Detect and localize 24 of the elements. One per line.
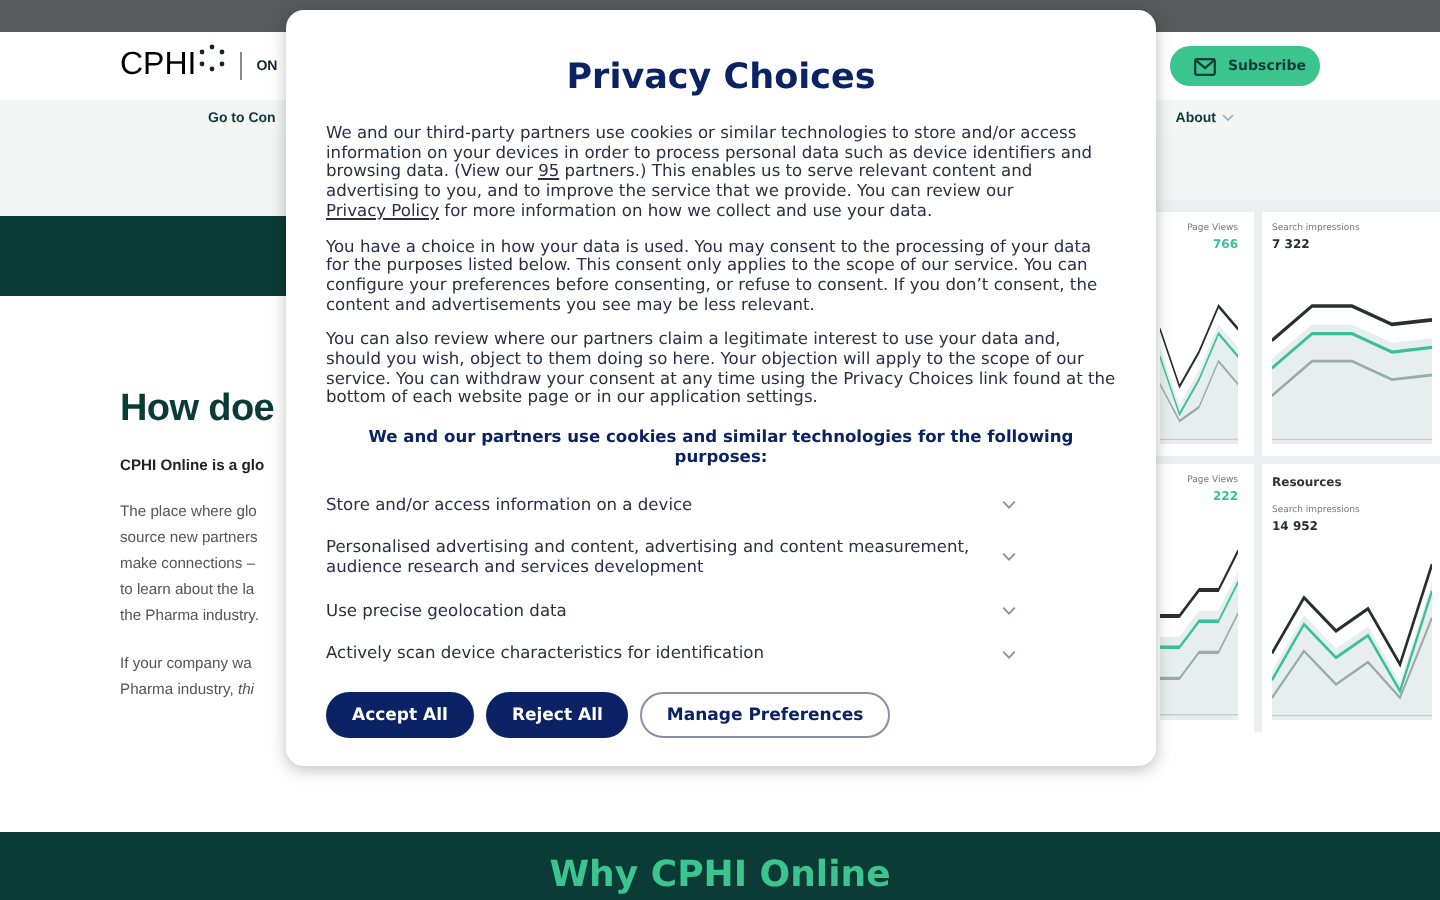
purpose-row[interactable]: Use precise geolocation data — [326, 593, 1116, 629]
manage-preferences-button[interactable]: Manage Preferences — [640, 692, 890, 739]
chevron-icon — [1222, 114, 1234, 122]
section-heading: How doe — [120, 388, 275, 432]
consent-paragraph: You have a choice in how your data is used. You may consent to the processing of your data for the purposes listed below. This consent only applies to the scope of our service. You can configure your preferences before consenting, or refuse to consent. If you don’t consent, the content and advertisements you see may be less relevant. — [326, 237, 1100, 315]
purpose-row[interactable]: Store and/or access information on a device — [326, 487, 1116, 523]
purposes-heading: We and our partners use cookies and similar technologies for the following purposes: — [366, 428, 1076, 468]
purpose-label: Store and/or access information on a device — [326, 495, 693, 515]
dialog-title: Privacy Choices — [564, 58, 878, 98]
mail-icon — [1194, 57, 1216, 75]
purpose-label: Actively scan device characteristics for identification — [326, 644, 765, 665]
consent-paragraph: You can also review where our partners claim a legitimate interest to use your data and, should you wish, object to them doing so here. Your objection will apply to the scope of our service. You can withdraw your consent at any time using the Privacy Choices link found at the bottom of each website page or in our application settings. — [326, 330, 1116, 409]
purpose-label: Use precise geolocation data — [326, 601, 567, 621]
text-link[interactable]: 95 — [538, 160, 560, 181]
logo-text: CPHI — [120, 48, 197, 84]
consent-button[interactable]: Accept All — [326, 692, 474, 739]
dots-logo-icon — [198, 44, 227, 72]
purpose-row[interactable]: Actively scan device characteristics for identification — [326, 636, 1116, 673]
purpose-row[interactable]: Personalised advertising and content, advertising and content measurement, audience research and services development — [326, 530, 1116, 586]
purpose-label: Personalised advertising and content, advertising and content measurement, audience research and services development — [326, 538, 972, 578]
section-heading: Why CPHI Online — [549, 854, 891, 896]
text-link[interactable]: Privacy Policy — [326, 199, 440, 220]
consent-button[interactable]: Reject All — [485, 692, 629, 739]
consent-paragraph: We and our third-party partners use cookies or similar technologies to store and/or access information on your devices in order to process personal data such as device identifiers and browsing data. (View our 95 partners.) This enables us to serve relevant content and advertising to you, and to improve the service that we provide. You can review our Privacy Policy for more information on how we collect and use your data. — [326, 124, 1095, 222]
